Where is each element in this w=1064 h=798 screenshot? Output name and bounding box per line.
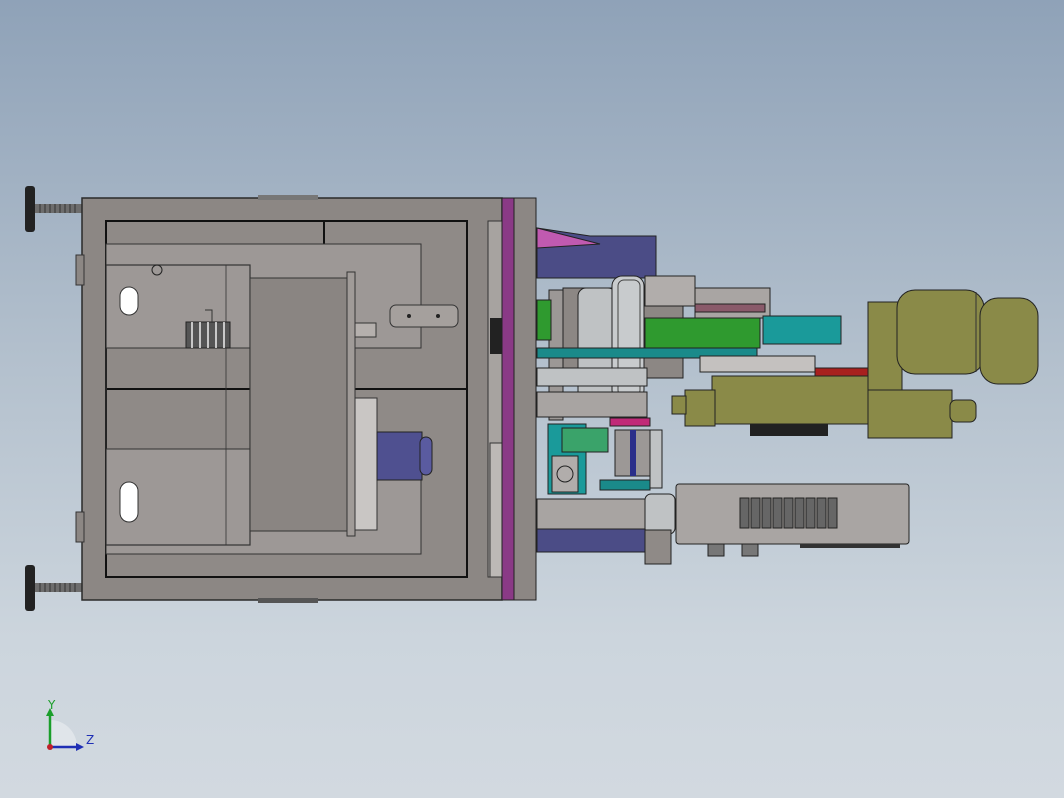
origin-marker	[47, 744, 53, 750]
y-axis-label: Y	[47, 700, 56, 712]
leveling-foot-bottom[interactable]	[25, 565, 83, 611]
actuator-cylinder	[376, 431, 433, 481]
frame-assembly[interactable]	[25, 186, 537, 611]
leveling-foot-top[interactable]	[25, 186, 83, 232]
mechanism-assembly[interactable]	[536, 227, 1039, 565]
purple-plate	[501, 197, 515, 601]
control-box[interactable]	[675, 483, 910, 557]
axis-triad: Y Z	[46, 700, 94, 751]
z-axis-label: Z	[86, 733, 94, 747]
cad-viewport[interactable]	[0, 0, 1064, 798]
